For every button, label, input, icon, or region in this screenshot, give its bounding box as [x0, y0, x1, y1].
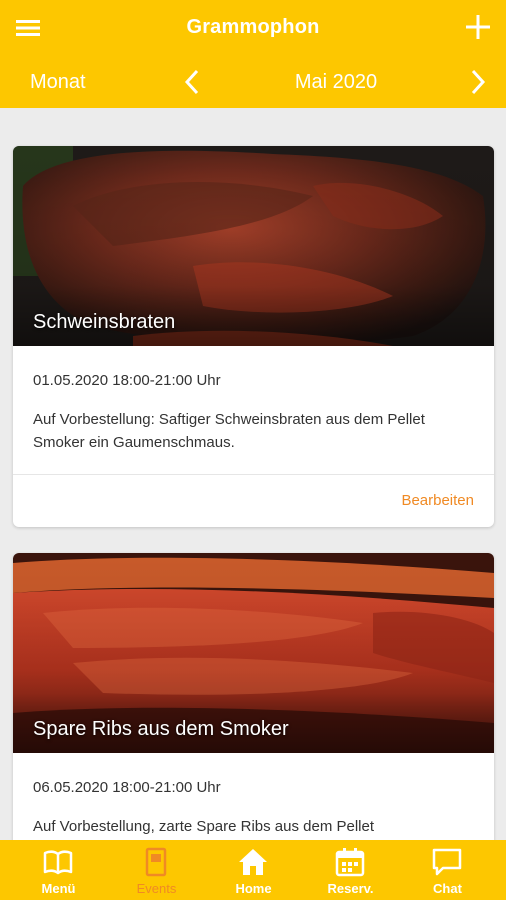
- event-card[interactable]: Spare Ribs aus dem Smoker 06.05.2020 18:…: [13, 553, 494, 840]
- tab-label: Home: [235, 881, 272, 896]
- event-card[interactable]: Schweinsbraten 01.05.2020 18:00-21:00 Uh…: [13, 146, 494, 527]
- events-icon: [145, 847, 167, 877]
- tab-label: Chat: [433, 881, 462, 896]
- calendar-icon: [335, 848, 365, 877]
- bottom-tab-bar: Menü Events Home Reserv. Chat: [0, 840, 506, 900]
- event-title: Schweinsbraten: [33, 311, 176, 333]
- tab-events[interactable]: Events: [106, 840, 207, 900]
- book-icon: [43, 850, 73, 875]
- event-list[interactable]: Schweinsbraten 01.05.2020 18:00-21:00 Uh…: [0, 108, 506, 840]
- chat-icon: [432, 848, 462, 876]
- tab-label: Reserv.: [327, 881, 374, 896]
- app-title: Grammophon: [186, 16, 320, 38]
- chevron-left-icon[interactable]: [182, 68, 202, 96]
- tab-reservations[interactable]: Reserv.: [300, 840, 401, 900]
- event-description: Auf Vorbestellung: Saftiger Schweinsbrat…: [33, 411, 425, 451]
- period-label[interactable]: Monat: [30, 71, 86, 94]
- tab-menu[interactable]: Menü: [8, 840, 109, 900]
- chevron-right-icon[interactable]: [468, 68, 488, 96]
- app-header: Grammophon Monat Mai 2020: [0, 0, 506, 108]
- event-date: 01.05.2020 18:00-21:00 Uhr: [33, 372, 221, 389]
- event-title: Spare Ribs aus dem Smoker: [33, 718, 289, 740]
- current-month: Mai 2020: [294, 71, 378, 93]
- header-top-row: Grammophon: [0, 0, 506, 56]
- tab-label: Events: [136, 881, 177, 896]
- event-description: Auf Vorbestellung, zarte Spare Ribs aus …: [33, 818, 375, 835]
- event-image: Schweinsbraten: [13, 146, 494, 346]
- event-image: Spare Ribs aus dem Smoker: [13, 553, 494, 753]
- tab-label: Menü: [41, 881, 76, 896]
- edit-button[interactable]: Bearbeiten: [401, 492, 474, 509]
- home-icon: [239, 849, 267, 875]
- tab-home[interactable]: Home: [203, 840, 304, 900]
- plus-icon[interactable]: [464, 12, 492, 42]
- month-navigation: Monat Mai 2020: [0, 56, 506, 108]
- card-divider: [13, 474, 494, 475]
- tab-chat[interactable]: Chat: [397, 840, 498, 900]
- event-date: 06.05.2020 18:00-21:00 Uhr: [33, 779, 221, 796]
